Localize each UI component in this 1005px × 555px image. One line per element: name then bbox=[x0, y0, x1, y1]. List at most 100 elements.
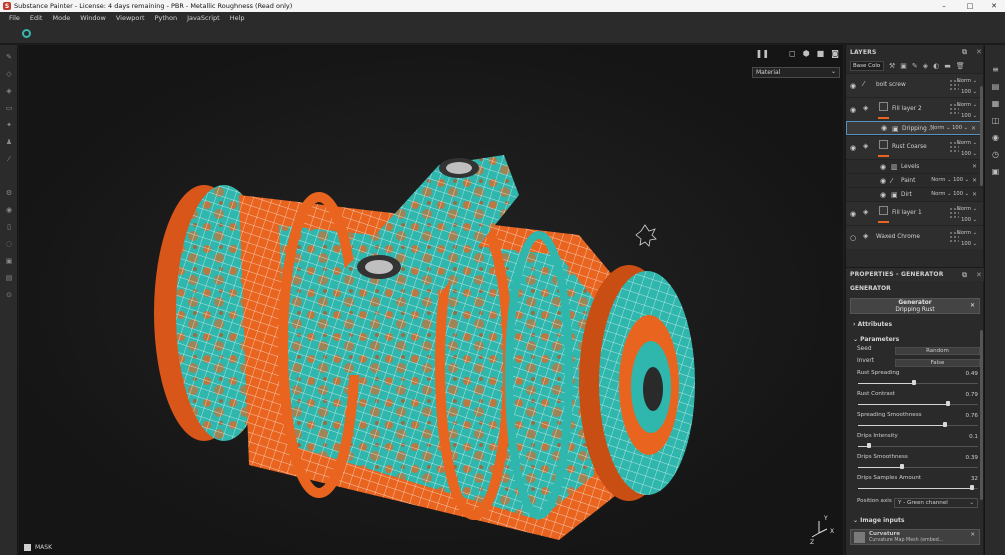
menu-javascript[interactable]: JavaScript bbox=[182, 14, 225, 22]
mask-toggle[interactable]: MASK bbox=[24, 544, 52, 551]
visibility-eye-icon[interactable]: ◉ bbox=[880, 163, 886, 171]
parameter-slider[interactable]: Rust Contrast 0.79 bbox=[857, 391, 978, 412]
layer-item-dripping[interactable]: ◉ ▣ Dripping ... Norm ⌄ 100 ⌄ ✕ bbox=[846, 121, 983, 135]
history-icon[interactable]: ◷ bbox=[991, 150, 1000, 159]
curvature-input[interactable]: Curvature Curvature Map Mesh (embed... ✕ bbox=[850, 529, 980, 545]
image-inputs-section[interactable]: ⌄ Image inputs bbox=[846, 512, 984, 527]
camera-icon[interactable]: ◉ bbox=[5, 206, 13, 214]
plugin-icon[interactable] bbox=[22, 29, 31, 38]
add-fill-layer-icon[interactable]: ◈ bbox=[923, 62, 928, 70]
menu-help[interactable]: Help bbox=[225, 14, 250, 22]
shader-icon[interactable]: ◉ bbox=[991, 133, 1000, 142]
generator-picker[interactable]: Generator Dripping Rust ✕ bbox=[850, 298, 980, 314]
add-folder-icon[interactable]: ▬ bbox=[944, 62, 951, 70]
layer-blend-opacity[interactable]: Norm ⌄ 100 ⌄ bbox=[931, 175, 969, 186]
slider-handle[interactable] bbox=[911, 380, 916, 385]
display-settings-icon[interactable]: ◫ bbox=[991, 116, 1000, 125]
layer-item-paint[interactable]: ◉ ⁄ Paint Norm ⌄ 100 ⌄ ✕ bbox=[846, 173, 983, 187]
smudge-icon[interactable]: ✦ bbox=[5, 121, 13, 129]
menu-file[interactable]: File bbox=[4, 14, 25, 22]
attributes-section[interactable]: › Attributes bbox=[846, 316, 984, 331]
projection-icon[interactable]: ◈ bbox=[5, 87, 13, 95]
slider-handle[interactable] bbox=[942, 422, 947, 427]
slider-value[interactable]: 0.49 bbox=[966, 371, 978, 377]
invert-toggle[interactable]: False bbox=[895, 359, 980, 367]
visibility-eye-icon[interactable]: ◉ bbox=[850, 210, 856, 218]
remove-effect-icon[interactable]: ✕ bbox=[972, 191, 977, 198]
visibility-eye-icon[interactable]: ◉ bbox=[850, 82, 856, 90]
visibility-eye-icon[interactable]: ○ bbox=[850, 234, 856, 242]
add-paint-layer-icon[interactable]: ✎ bbox=[912, 62, 918, 70]
mask-checkbox[interactable] bbox=[24, 544, 31, 551]
minimize-button[interactable]: – bbox=[931, 0, 957, 12]
close-panel-icon[interactable]: ✕ bbox=[976, 271, 982, 279]
close-icon[interactable]: ✕ bbox=[970, 302, 975, 309]
layer-blend-opacity[interactable]: Norm ⌄ 100 ⌄ bbox=[957, 228, 977, 250]
layer-blend-opacity[interactable]: Norm ⌄ 100 ⌄ bbox=[930, 123, 968, 134]
layer-item-dirt[interactable]: ◉ ▣ Dirt Norm ⌄ 100 ⌄ ✕ bbox=[846, 187, 983, 201]
layer-item-fill-layer-2[interactable]: ◉ ◈ Fill layer 2 Norm ⌄ 100 ⌄ bbox=[846, 97, 983, 121]
delete-layer-icon[interactable]: 🗑 bbox=[956, 62, 965, 70]
menu-mode[interactable]: Mode bbox=[47, 14, 75, 22]
layer-blend-opacity[interactable]: Norm ⌄ 100 ⌄ bbox=[931, 189, 969, 200]
add-layer-icon[interactable]: ◐ bbox=[933, 62, 939, 70]
menu-edit[interactable]: Edit bbox=[25, 14, 48, 22]
help-icon[interactable]: ⊙ bbox=[5, 291, 13, 299]
add-effect-icon[interactable]: ⚒ bbox=[889, 62, 895, 70]
close-panel-icon[interactable]: ✕ bbox=[976, 48, 982, 56]
layer-item-waxed-chrome[interactable]: ○ ◈ Waxed Chrome Norm ⌄ 100 ⌄ bbox=[846, 225, 983, 249]
properties-scrollbar[interactable] bbox=[980, 330, 983, 500]
slider-value[interactable]: 0.39 bbox=[966, 455, 978, 461]
menu-viewport[interactable]: Viewport bbox=[111, 14, 150, 22]
picker-icon[interactable]: ⁄ bbox=[5, 155, 13, 163]
texture-set-icon[interactable]: ▤ bbox=[991, 82, 1000, 91]
slider-track[interactable] bbox=[858, 446, 978, 447]
shelf-icon[interactable]: ▯ bbox=[5, 223, 13, 231]
position-axis-select[interactable]: Y - Green channel ⌄ bbox=[894, 498, 978, 508]
python-icon[interactable]: ▣ bbox=[5, 257, 13, 265]
slider-value[interactable]: 0.79 bbox=[966, 392, 978, 398]
visibility-eye-icon[interactable]: ◉ bbox=[881, 124, 887, 132]
float-panel-icon[interactable]: ⧉ bbox=[962, 271, 967, 280]
add-mask-icon[interactable]: ▣ bbox=[900, 62, 907, 70]
seed-random-button[interactable]: Random bbox=[895, 347, 980, 355]
layer-item-fill-layer-1[interactable]: ◉ ◈ Fill layer 1 Norm ⌄ 100 ⌄ bbox=[846, 201, 983, 225]
layer-item-bolt-screw[interactable]: ◉ ⁄ bolt screw Norm ⌄ 100 ⌄ bbox=[846, 73, 983, 97]
parameters-section[interactable]: ⌄ Parameters bbox=[846, 331, 984, 346]
grid-icon[interactable]: ▦ bbox=[991, 99, 1000, 108]
layer-blend-opacity[interactable]: Norm ⌄ 100 ⌄ bbox=[957, 76, 977, 98]
history-icon[interactable]: ◌ bbox=[5, 240, 13, 248]
log-icon[interactable]: ▣ bbox=[991, 167, 1000, 176]
layer-item-levels[interactable]: ◉ ▥ Levels ✕ bbox=[846, 159, 983, 173]
visibility-eye-icon[interactable]: ◉ bbox=[880, 191, 886, 199]
parameter-slider[interactable]: Drips Intensity 0.1 bbox=[857, 433, 978, 454]
slider-value[interactable]: 32 bbox=[971, 476, 978, 482]
layers-dock-icon[interactable]: ≡ bbox=[991, 65, 1000, 74]
settings-icon[interactable]: ⚙ bbox=[5, 189, 13, 197]
slider-value[interactable]: 0.1 bbox=[969, 434, 978, 440]
slider-handle[interactable] bbox=[867, 443, 872, 448]
slider-handle[interactable] bbox=[900, 464, 905, 469]
parameter-slider[interactable]: Rust Spreading 0.49 bbox=[857, 370, 978, 391]
visibility-eye-icon[interactable]: ◉ bbox=[880, 177, 886, 185]
remove-effect-icon[interactable]: ✕ bbox=[972, 163, 977, 170]
slider-handle[interactable] bbox=[970, 485, 974, 490]
paint-brush-icon[interactable]: ✎ bbox=[5, 53, 13, 61]
clone-icon[interactable]: ♟ bbox=[5, 138, 13, 146]
3d-viewport[interactable]: ❚❚ ◻ ⬢ ■ ◙ Material ⌄ Y X Z MASK bbox=[19, 45, 843, 555]
eraser-icon[interactable]: ◇ bbox=[5, 70, 13, 78]
parameter-slider[interactable]: Drips Samples Amount 32 bbox=[857, 475, 978, 496]
remove-effect-icon[interactable]: ✕ bbox=[971, 125, 976, 132]
visibility-eye-icon[interactable]: ◉ bbox=[850, 144, 856, 152]
channel-select[interactable]: Base Colo bbox=[850, 61, 884, 71]
polygon-fill-icon[interactable]: ▭ bbox=[5, 104, 13, 112]
slider-handle[interactable] bbox=[946, 401, 951, 406]
log-icon[interactable]: ▤ bbox=[5, 274, 13, 282]
remove-effect-icon[interactable]: ✕ bbox=[972, 177, 977, 184]
close-icon[interactable]: ✕ bbox=[970, 532, 975, 538]
float-panel-icon[interactable]: ⧉ bbox=[962, 48, 967, 57]
layer-blend-opacity[interactable]: Norm ⌄ 100 ⌄ bbox=[957, 138, 977, 160]
layer-item-rust-coarse[interactable]: ◉ ◈ Rust Coarse Norm ⌄ 100 ⌄ bbox=[846, 135, 983, 159]
layer-blend-opacity[interactable]: Norm ⌄ 100 ⌄ bbox=[957, 204, 977, 226]
menu-python[interactable]: Python bbox=[150, 14, 183, 22]
